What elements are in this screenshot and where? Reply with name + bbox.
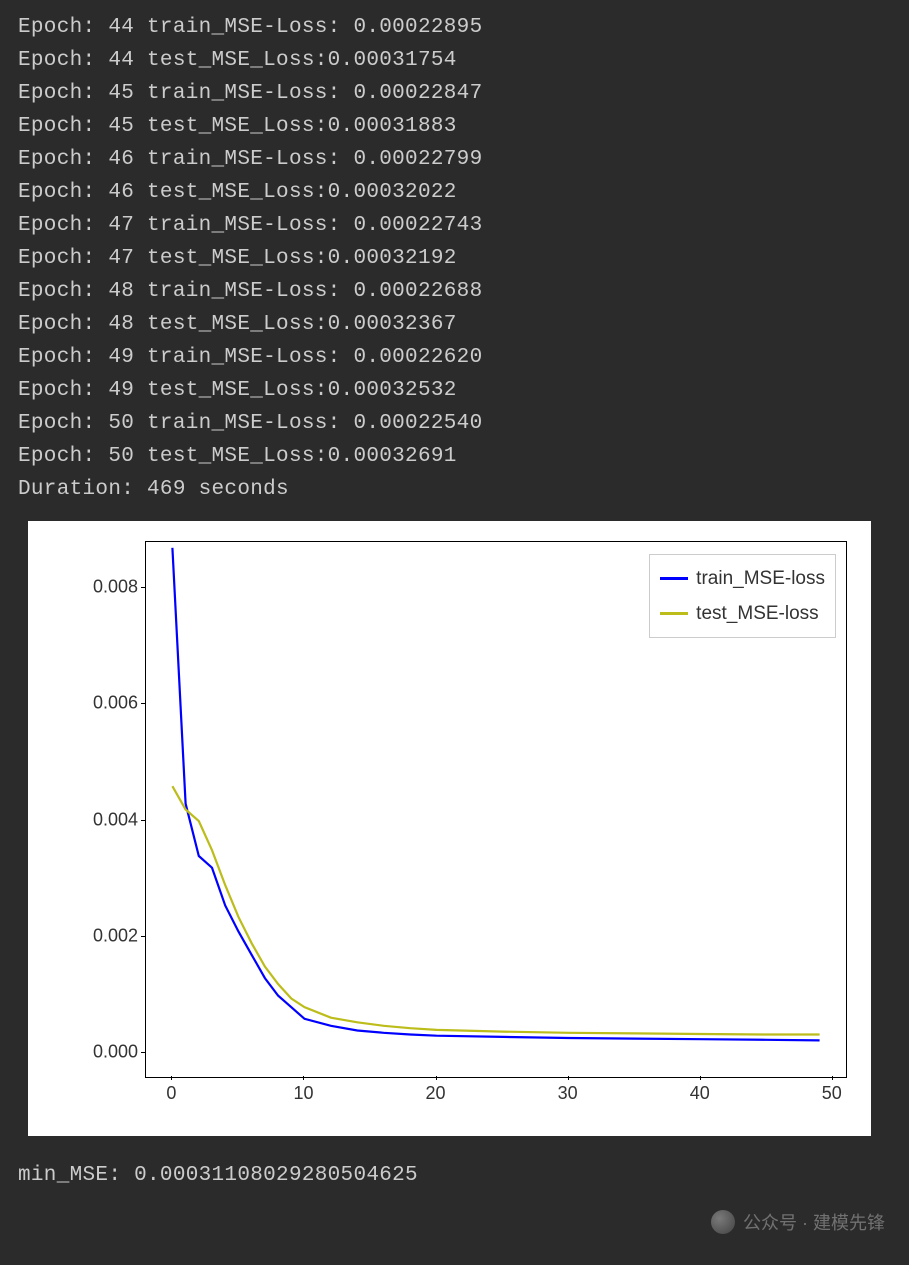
plot-area: train_MSE-loss test_MSE-loss: [145, 541, 847, 1078]
x-tick-label: 20: [426, 1083, 446, 1104]
log-line: Epoch: 48 train_MSE-Loss: 0.00022688: [18, 276, 891, 309]
y-tick-mark: [141, 936, 145, 937]
log-line: Epoch: 46 train_MSE-Loss: 0.00022799: [18, 144, 891, 177]
legend-label-test: test_MSE-loss: [696, 596, 818, 631]
x-tick-label: 10: [293, 1083, 313, 1104]
duration-line: Duration: 469 seconds: [18, 474, 891, 507]
y-tick-label: 0.002: [93, 925, 138, 946]
log-line: Epoch: 46 test_MSE_Loss:0.00032022: [18, 177, 891, 210]
x-tick-label: 0: [166, 1083, 176, 1104]
log-line: Epoch: 44 train_MSE-Loss: 0.00022895: [18, 12, 891, 45]
legend-entry-test: test_MSE-loss: [660, 596, 825, 631]
y-tick-label: 0.000: [93, 1042, 138, 1063]
log-line: Epoch: 45 train_MSE-Loss: 0.00022847: [18, 78, 891, 111]
log-line: Epoch: 45 test_MSE_Loss:0.00031883: [18, 111, 891, 144]
legend-swatch-blue: [660, 577, 688, 580]
x-tick-label: 40: [690, 1083, 710, 1104]
legend-entry-train: train_MSE-loss: [660, 561, 825, 596]
x-tick-mark: [171, 1076, 172, 1080]
loss-chart: train_MSE-loss test_MSE-loss 0.000 0.002 0…: [28, 521, 871, 1136]
y-tick-label: 0.008: [93, 577, 138, 598]
log-line: Epoch: 48 test_MSE_Loss:0.00032367: [18, 309, 891, 342]
x-tick-mark: [832, 1076, 833, 1080]
log-line: Epoch: 47 test_MSE_Loss:0.00032192: [18, 243, 891, 276]
x-tick-label: 30: [558, 1083, 578, 1104]
test-series-line: [172, 786, 819, 1034]
chart-legend: train_MSE-loss test_MSE-loss: [649, 554, 836, 638]
legend-swatch-olive: [660, 612, 688, 615]
y-tick-mark: [141, 587, 145, 588]
console-output: Epoch: 44 train_MSE-Loss: 0.00022895 Epo…: [0, 0, 909, 507]
log-line: Epoch: 49 train_MSE-Loss: 0.00022620: [18, 342, 891, 375]
log-line: Epoch: 44 test_MSE_Loss:0.00031754: [18, 45, 891, 78]
x-tick-mark: [700, 1076, 701, 1080]
wechat-icon: [711, 1210, 735, 1234]
x-tick-mark: [303, 1076, 304, 1080]
legend-label-train: train_MSE-loss: [696, 561, 825, 596]
watermark: 公众号 · 建模先锋: [711, 1209, 885, 1235]
watermark-text: 公众号 · 建模先锋: [743, 1209, 885, 1235]
log-line: Epoch: 50 train_MSE-Loss: 0.00022540: [18, 408, 891, 441]
y-tick-mark: [141, 1052, 145, 1053]
y-tick-label: 0.006: [93, 693, 138, 714]
log-line: Epoch: 50 test_MSE_Loss:0.00032691: [18, 441, 891, 474]
x-tick-mark: [568, 1076, 569, 1080]
y-tick-mark: [141, 820, 145, 821]
log-line: Epoch: 47 train_MSE-Loss: 0.00022743: [18, 210, 891, 243]
min-mse-line: min_MSE: 0.00031108029280504625: [0, 1136, 909, 1197]
log-line: Epoch: 49 test_MSE_Loss:0.00032532: [18, 375, 891, 408]
x-tick-mark: [436, 1076, 437, 1080]
x-tick-label: 50: [822, 1083, 842, 1104]
y-tick-label: 0.004: [93, 809, 138, 830]
y-tick-mark: [141, 703, 145, 704]
